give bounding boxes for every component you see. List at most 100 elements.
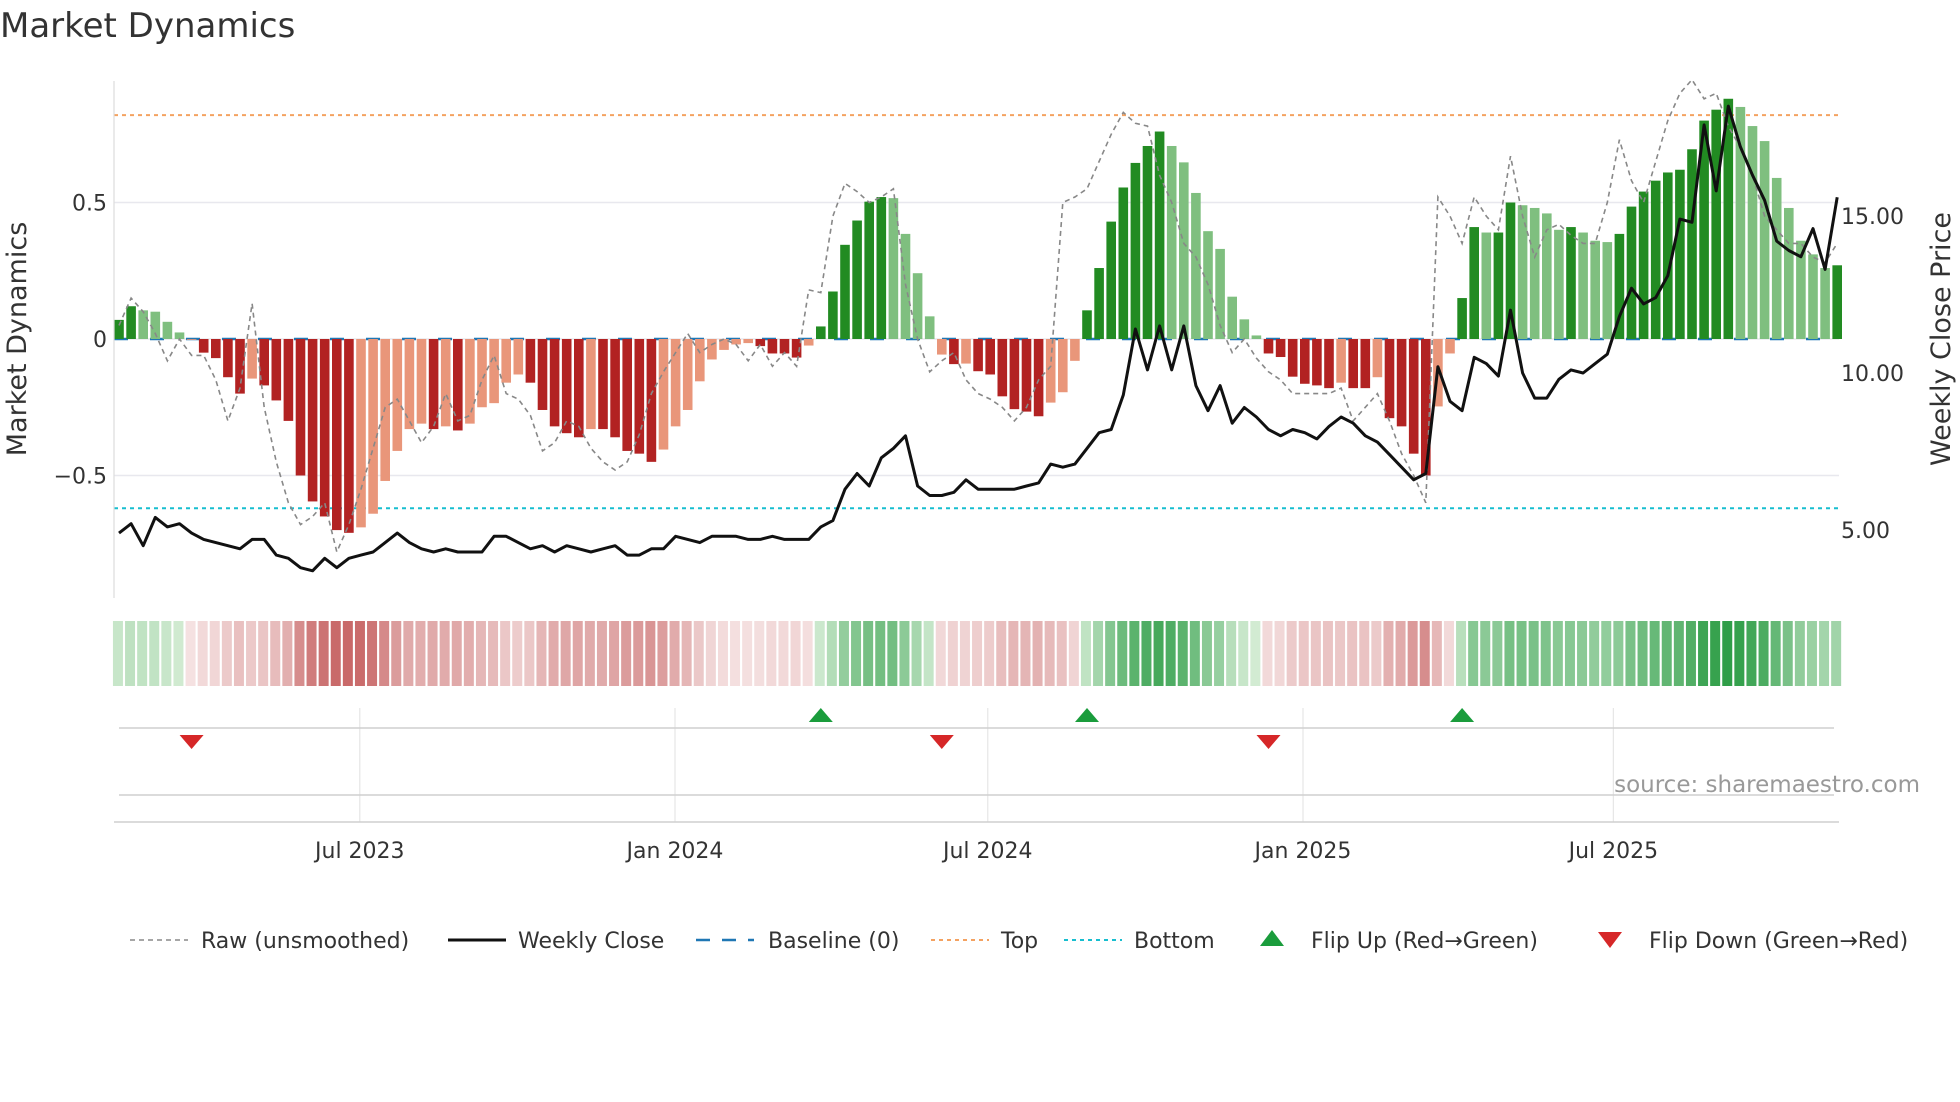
y-tick-label: −0.5 [54,465,107,490]
heat-cell [742,621,753,686]
heat-cell [899,621,910,686]
heat-cell [1734,621,1745,686]
heat-cell [1504,621,1515,686]
bar [1820,268,1830,339]
y-axis-label: Market Dynamics [2,222,33,457]
heat-cell [1383,621,1394,686]
heat-cell [354,621,365,686]
bar [985,339,995,375]
heat-cell [1105,621,1116,686]
heat-cell [415,621,426,686]
heat-cell [1310,621,1321,686]
bar [973,339,983,372]
legend-item-flip-up: Flip Up (Red→Green) [1260,929,1538,954]
heat-cell [778,621,789,686]
heat-cell [766,621,777,686]
heat-cell [1044,621,1055,686]
heat-cell [149,621,160,686]
bar [162,321,173,339]
heat-cell [560,621,571,686]
legend-item-flip-down: Flip Down (Green→Red) [1598,929,1908,954]
bar [876,197,887,339]
heat-cell [923,621,934,686]
heat-cell [403,621,414,686]
heat-cell [1794,621,1805,686]
heat-cell [1165,621,1176,686]
heat-cell [258,621,269,686]
heat-cell [1189,621,1200,686]
flip-panel: Jul 2023 Jan 2024 Jul 2024 Jan 2025 Jul 2025 [114,708,1839,864]
bar [622,339,632,451]
heat-cell [1806,621,1817,686]
heat-cell [645,621,656,686]
bar [235,339,245,394]
bar [574,339,584,438]
heat-cell [1068,621,1079,686]
bar [803,339,814,346]
bar [864,201,874,339]
bar [1687,149,1697,339]
bar [1372,339,1383,378]
bar [1070,339,1080,361]
heat-cell [1685,621,1696,686]
heat-cell [1528,621,1539,686]
bar [1445,339,1455,354]
bar [1675,169,1685,339]
bar [888,198,899,339]
heat-cell [125,621,136,686]
bar [1154,131,1165,339]
heat-cell [1456,621,1467,686]
heat-strip [112,621,1842,686]
heat-cell [1577,621,1588,686]
bar [138,310,148,339]
legend-label: Flip Up (Red→Green) [1311,929,1538,954]
heat-cell [681,621,692,686]
bar [1602,242,1613,339]
triangle-down-icon [1598,932,1622,948]
heat-cell [717,621,728,686]
y2-tick-label: 15.00 [1841,205,1904,230]
bar [1336,339,1346,383]
bar [586,339,596,430]
bar [1542,213,1552,339]
heat-cell [306,621,317,686]
heat-cell [1177,621,1188,686]
heat-cell [451,621,462,686]
bar [477,339,487,408]
heat-cell [1347,621,1358,686]
heat-cell [814,621,825,686]
heat-cell [584,621,595,686]
legend: Raw (unsmoothed) Weekly Close Baseline (0)… [130,929,1908,954]
heat-cell [754,621,765,686]
bar [598,339,608,430]
flip-down-marker [179,735,204,749]
bar [816,326,826,339]
heat-cell [1480,621,1491,686]
bar [1493,232,1504,339]
heat-cell [693,621,704,686]
bar [1263,339,1274,354]
heat-cell [1770,621,1781,686]
heat-cell [197,621,208,686]
heat-cell [221,621,232,686]
bar [513,339,524,375]
bar [416,339,427,424]
bar [682,339,693,410]
flip-up-marker [808,708,833,722]
bar [1554,229,1564,339]
heat-cell [1758,621,1769,686]
bar [1287,339,1298,377]
heat-cell [887,621,898,686]
heat-cell [1395,621,1406,686]
heat-cell [863,621,874,686]
bar [912,273,923,339]
x-tick-label: Jan 2024 [625,839,724,864]
legend-item-baseline: Baseline (0) [696,929,899,954]
legend-label: Baseline (0) [768,929,899,954]
heat-cell [621,621,632,686]
x-tick-label: Jul 2025 [1567,839,1659,864]
bar [1300,339,1310,384]
heat-cell [367,621,378,686]
heat-cell [1141,621,1152,686]
flip-down-marker [1256,735,1281,749]
